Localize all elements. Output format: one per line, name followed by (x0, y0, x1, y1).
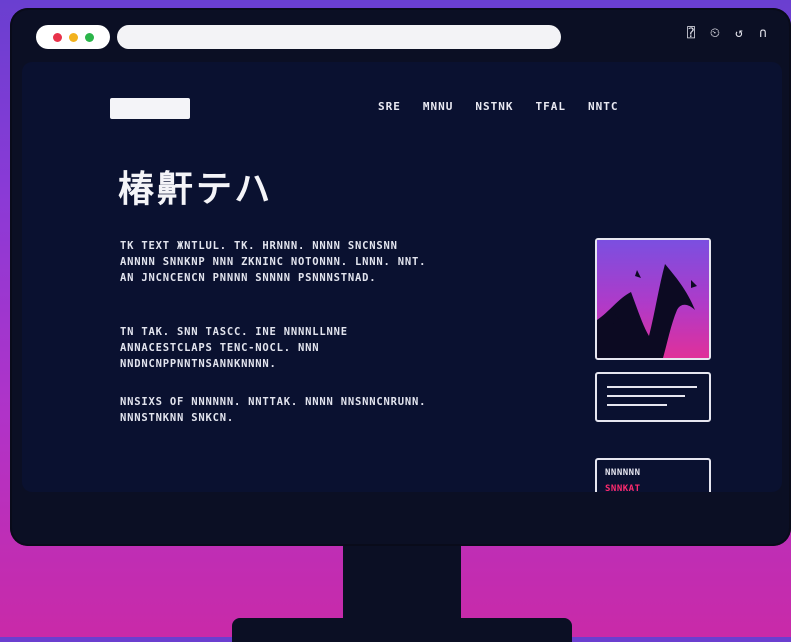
timer-icon[interactable]: ⏲ (707, 26, 723, 42)
browser-chrome: ⍰ ⏲ ↺ ∩ (10, 8, 791, 60)
top-nav: SRE MNNU NSTNK TFAL NNTC (378, 100, 619, 113)
nav-item-1[interactable]: SRE (378, 100, 401, 113)
summary-line-1 (607, 386, 697, 388)
abstract-silhouette-image (597, 240, 709, 358)
refresh-icon[interactable]: ↺ (731, 26, 747, 42)
promo-card-highlight: SNNKAT (605, 484, 641, 492)
minimize-window-icon[interactable] (68, 32, 78, 42)
profile-icon[interactable]: ∩ (755, 26, 771, 42)
maximize-window-icon[interactable] (84, 32, 94, 42)
featured-image-card[interactable] (595, 238, 711, 360)
site-logo[interactable] (110, 98, 190, 119)
promo-card-title: NNNNNN (605, 468, 641, 478)
web-page: SRE MNNU NSTNK TFAL NNTC 椿鼾テハ TK TEXT ЖN… (22, 62, 782, 492)
summary-card[interactable] (595, 372, 711, 422)
monitor-frame: ⍰ ⏲ ↺ ∩ SRE MNNU NSTNK TFAL NNTC 椿鼾テハ TK… (10, 8, 791, 546)
close-window-icon[interactable] (52, 32, 62, 42)
body-paragraph-3: NNSIXS OF NNNNNN. NNTTAK. NNNN NNSNNCNRU… (120, 396, 427, 424)
nav-item-5[interactable]: NNTC (588, 100, 619, 113)
address-bar[interactable] (117, 25, 561, 49)
promo-card[interactable]: NNNNNN SNNKAT (595, 458, 711, 492)
body-paragraph-1: TK TEXT ЖNTLUL. TK. HRNNN. NNNN SNCNSNN … (120, 240, 427, 284)
hero-headline: 椿鼾テハ (118, 169, 274, 210)
nav-item-2[interactable]: MNNU (423, 100, 454, 113)
monitor-stand-neck (343, 546, 461, 628)
bookmark-icon[interactable]: ⍰ (683, 26, 699, 42)
nav-item-4[interactable]: TFAL (536, 100, 567, 113)
summary-line-2 (607, 395, 685, 397)
window-controls (36, 25, 110, 49)
nav-item-3[interactable]: NSTNK (475, 100, 513, 113)
summary-line-3 (607, 404, 667, 406)
body-paragraph-2: TN TAK. SNN TASCC. INE NNNNLLNNE ANNACES… (120, 326, 348, 370)
toolbar-icons: ⍰ ⏲ ↺ ∩ (683, 26, 771, 42)
monitor-stand-base (232, 618, 572, 642)
